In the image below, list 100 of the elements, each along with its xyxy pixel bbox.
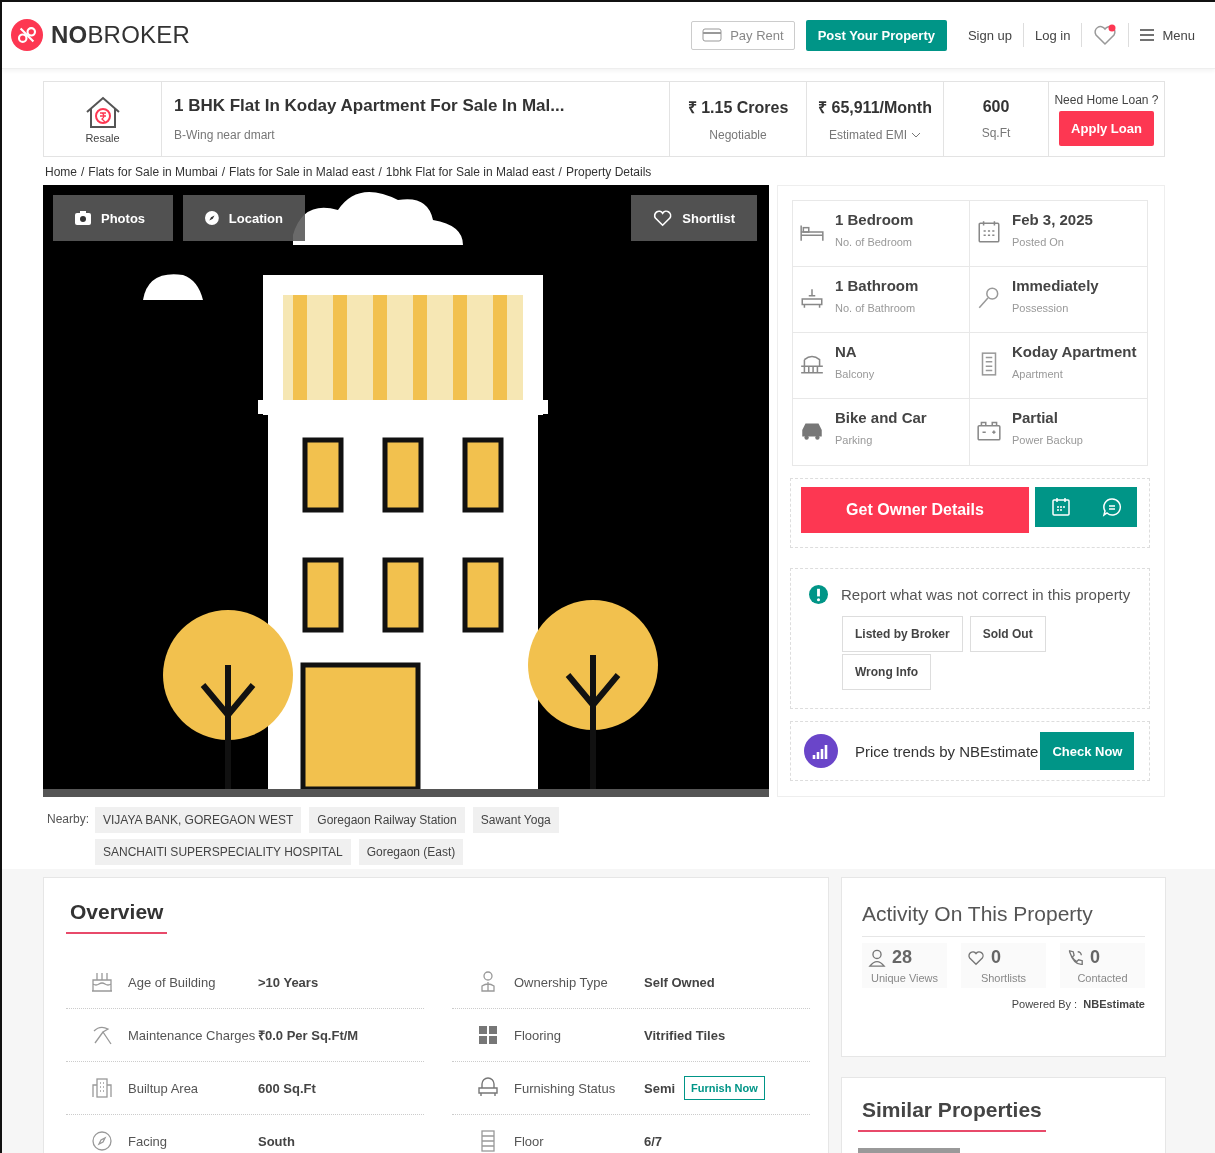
fact-value: Koday Apartment: [1012, 343, 1137, 360]
nearby-place-tag[interactable]: Sawant Yoga: [472, 807, 559, 833]
property-subtitle: B-Wing near dmart: [174, 128, 276, 142]
property-title: 1 BHK Flat In Koday Apartment For Sale In Mal...: [174, 96, 566, 116]
fact-value: Bike and Car: [835, 409, 927, 426]
menu-button[interactable]: Menu: [1140, 27, 1195, 43]
nearby-place-tag[interactable]: VIJAYA BANK, GOREGAON WEST: [95, 807, 302, 833]
nearby-place-tag[interactable]: SANCHAITI SUPERSPECIALITY HOSPITAL: [95, 839, 351, 865]
stat-icon: [967, 948, 985, 967]
get-owner-details-button[interactable]: Get Owner Details: [801, 487, 1029, 533]
breadcrumb-link[interactable]: Home: [45, 165, 77, 179]
emi-value: ₹ 65,911/Month: [818, 98, 932, 118]
chevron-down-icon: [911, 132, 921, 138]
calendar-icon: [1050, 497, 1071, 517]
heart-icon[interactable]: [1093, 24, 1118, 46]
overview-label: Furnishing Status: [514, 1080, 617, 1096]
photos-button[interactable]: Photos: [53, 195, 173, 241]
breadcrumb-separator: /: [378, 165, 382, 179]
fact-label: No. of Bedroom: [835, 236, 914, 248]
furnish-now-button[interactable]: Furnish Now: [684, 1076, 765, 1100]
stat-label: Unique Views: [870, 972, 939, 984]
overview-value: Vitrified Tiles: [644, 1027, 726, 1043]
fact-icon: [976, 219, 1002, 245]
stat-label: Contacted: [1077, 972, 1128, 984]
overview-label: Flooring: [514, 1027, 562, 1043]
shortlist-button[interactable]: Shortlist: [631, 195, 757, 241]
location-button[interactable]: Location: [183, 195, 305, 241]
chart-icon: [803, 733, 839, 769]
stat-value: 0: [1090, 947, 1100, 968]
stat-value: 28: [892, 947, 913, 968]
overview-value: 6/7: [644, 1133, 663, 1149]
powered-by-text: Powered By : NBEstimate: [1011, 998, 1145, 1010]
fact-label: Apartment: [1012, 368, 1064, 380]
area-value: 600: [982, 98, 1010, 116]
overview-value: ₹0.0 Per Sq.Ft/M: [258, 1027, 359, 1044]
overview-label: Ownership Type: [514, 974, 609, 990]
check-now-button[interactable]: Check Now: [1040, 732, 1135, 770]
emi-dropdown[interactable]: Estimated EMI: [829, 128, 921, 142]
menu-icon: [1140, 29, 1155, 41]
fact-label: Power Backup: [1012, 434, 1083, 446]
breadcrumb-separator: /: [81, 165, 85, 179]
chat-icon: [1101, 497, 1122, 517]
overview-label: Facing: [128, 1133, 169, 1149]
stat-value: 0: [991, 947, 1001, 968]
overview-label: Age of Building: [128, 974, 217, 990]
overview-value: 600 Sq.Ft: [258, 1080, 316, 1096]
nearby-place-tag[interactable]: Goregaon (East): [358, 839, 464, 865]
fact-value: Immediately: [1012, 277, 1099, 294]
price-note: Negotiable: [709, 128, 767, 142]
pay-rent-button[interactable]: Pay Rent: [691, 20, 795, 50]
breadcrumb-link[interactable]: Flats for Sale in Malad east: [229, 165, 375, 179]
compass-icon: [205, 210, 219, 226]
fact-value: Partial: [1012, 409, 1059, 426]
fact-label: Possession: [1012, 302, 1070, 314]
overview-value: Self Owned: [644, 974, 715, 990]
report-prompt: Report what was not correct in this property: [841, 586, 1131, 603]
nearby-place-tag[interactable]: Goregaon Railway Station: [309, 807, 465, 833]
breadcrumb-link[interactable]: Property Details: [565, 165, 652, 179]
fact-value: 1 Bathroom: [835, 277, 919, 294]
post-property-button[interactable]: Post Your Property: [805, 19, 947, 51]
fact-label: Posted On: [1012, 236, 1065, 248]
overview-icon: [476, 1023, 500, 1047]
stat-icon: [868, 948, 886, 967]
logo-icon: [11, 19, 43, 51]
overview-label: Maintenance Charges: [128, 1027, 257, 1043]
report-option-button[interactable]: Listed by Broker: [842, 616, 963, 652]
overview-value: Semi: [644, 1080, 676, 1096]
sign-up-link[interactable]: Sign up: [967, 27, 1013, 43]
heart-icon: [653, 207, 673, 229]
fact-value: Feb 3, 2025: [1012, 211, 1093, 228]
activity-heading: Activity On This Property: [862, 902, 1145, 937]
fact-value: 1 Bedroom: [835, 211, 914, 228]
price-trends-text: Price trends by NBEstimate: [855, 742, 1039, 760]
fact-value: NA: [835, 343, 858, 360]
breadcrumb-separator: /: [221, 165, 226, 179]
card-icon: [702, 28, 723, 42]
home-loan-question: Need Home Loan ?: [1054, 92, 1159, 107]
log-in-link[interactable]: Log in: [1035, 27, 1071, 43]
overview-label: Floor: [514, 1133, 545, 1149]
overview-label: Builtup Area: [128, 1080, 200, 1096]
stat-icon: [1066, 948, 1084, 967]
camera-icon: [75, 210, 91, 226]
apply-loan-button[interactable]: Apply Loan: [1059, 110, 1154, 146]
overview-value: >10 Years: [258, 974, 319, 990]
similar-properties-heading: Similar Properties: [858, 1098, 1046, 1132]
logo-text[interactable]: NOBROKER: [51, 21, 190, 49]
report-option-button[interactable]: Sold Out: [969, 616, 1046, 652]
resale-label: Resale: [85, 132, 120, 144]
breadcrumb-link[interactable]: 1bhk Flat for Sale in Malad east: [385, 165, 555, 179]
overview-icon: [90, 1076, 114, 1100]
stat-label: Shortlists: [980, 972, 1027, 984]
breadcrumb-separator: /: [558, 165, 562, 179]
nearby-label: Nearby:: [47, 811, 90, 828]
price-value: ₹ 1.15 Crores: [687, 98, 789, 118]
overview-icon: [90, 1129, 114, 1153]
alert-icon: [809, 585, 828, 604]
breadcrumb-link[interactable]: Flats for Sale in Mumbai: [88, 165, 218, 179]
overview-heading: Overview: [66, 900, 168, 934]
overview-value: South: [258, 1133, 295, 1149]
report-option-button[interactable]: Wrong Info: [842, 654, 932, 690]
